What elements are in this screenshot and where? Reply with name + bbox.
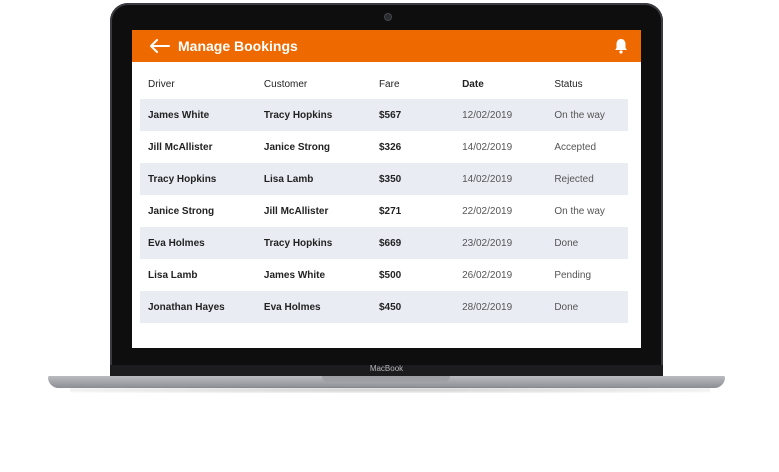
- cell-status: Pending: [554, 269, 592, 281]
- cell-date: 14/02/2019: [462, 141, 513, 153]
- page-title: Manage Bookings: [178, 38, 298, 54]
- table-row[interactable]: Lisa Lamb James White $500 26/02/2019 Pe…: [140, 259, 628, 291]
- cell-driver: Tracy Hopkins: [140, 163, 256, 195]
- cell-fare: $271: [378, 205, 402, 217]
- cell-customer: Tracy Hopkins: [255, 227, 371, 259]
- cell-fare: $326: [378, 141, 402, 153]
- cell-driver: Janice Strong: [148, 205, 215, 217]
- table-row[interactable]: Jonathan Hayes Eva Holmes $450 28/02/201…: [140, 291, 628, 323]
- cell-customer: James White: [263, 269, 326, 281]
- cell-driver: Jill McAllister: [148, 141, 213, 153]
- app-header: Manage Bookings: [132, 30, 641, 62]
- arrow-left-icon[interactable]: [150, 38, 172, 54]
- column-header-driver[interactable]: Driver: [140, 76, 256, 99]
- table-row[interactable]: Eva Holmes Tracy Hopkins $669 23/02/2019…: [140, 227, 628, 259]
- cell-date: 26/02/2019: [462, 269, 513, 281]
- app-screen: Manage Bookings Driver Customer Fare Dat…: [132, 30, 641, 348]
- cell-fare: $567: [370, 99, 455, 131]
- bookings-table: Driver Customer Fare Date Status James W…: [140, 76, 628, 323]
- bell-icon[interactable]: [613, 37, 629, 55]
- cell-driver: James White: [140, 99, 256, 131]
- column-header-fare[interactable]: Fare: [371, 76, 454, 99]
- cell-status: Done: [546, 291, 628, 323]
- cell-driver: Eva Holmes: [140, 227, 256, 259]
- table-row[interactable]: Tracy Hopkins Lisa Lamb $350 14/02/2019 …: [140, 163, 628, 195]
- cell-status: Accepted: [554, 141, 597, 153]
- cell-fare: $500: [378, 269, 402, 281]
- column-header-customer[interactable]: Customer: [256, 76, 371, 99]
- cell-customer: Tracy Hopkins: [255, 99, 371, 131]
- cell-customer: Janice Strong: [263, 141, 331, 153]
- cell-date: 12/02/2019: [454, 99, 547, 131]
- table-header-row: Driver Customer Fare Date Status: [140, 76, 628, 99]
- brand-label: MacBook: [369, 364, 404, 373]
- laptop-notch: [322, 376, 450, 382]
- column-header-date[interactable]: Date: [454, 76, 546, 99]
- cell-customer: Lisa Lamb: [255, 163, 371, 195]
- column-header-status[interactable]: Status: [546, 76, 628, 99]
- cell-driver: Lisa Lamb: [148, 269, 198, 281]
- laptop-shadow: [70, 387, 710, 393]
- cell-status: On the way: [546, 99, 628, 131]
- cell-fare: $350: [370, 163, 455, 195]
- table-row[interactable]: James White Tracy Hopkins $567 12/02/201…: [140, 99, 628, 131]
- table-row[interactable]: Jill McAllister Janice Strong $326 14/02…: [140, 131, 628, 163]
- cell-customer: Jill McAllister: [263, 205, 329, 217]
- cell-status: On the way: [554, 205, 605, 217]
- cell-fare: $450: [370, 291, 455, 323]
- cell-date: 14/02/2019: [454, 163, 547, 195]
- cell-date: 22/02/2019: [462, 205, 513, 217]
- cell-status: Done: [546, 227, 628, 259]
- cell-date: 23/02/2019: [454, 227, 547, 259]
- cell-status: Rejected: [546, 163, 628, 195]
- cell-fare: $669: [370, 227, 455, 259]
- cell-customer: Eva Holmes: [255, 291, 371, 323]
- table-row[interactable]: Janice Strong Jill McAllister $271 22/02…: [140, 195, 628, 227]
- camera-icon: [385, 14, 391, 20]
- cell-driver: Jonathan Hayes: [140, 291, 256, 323]
- cell-date: 28/02/2019: [454, 291, 547, 323]
